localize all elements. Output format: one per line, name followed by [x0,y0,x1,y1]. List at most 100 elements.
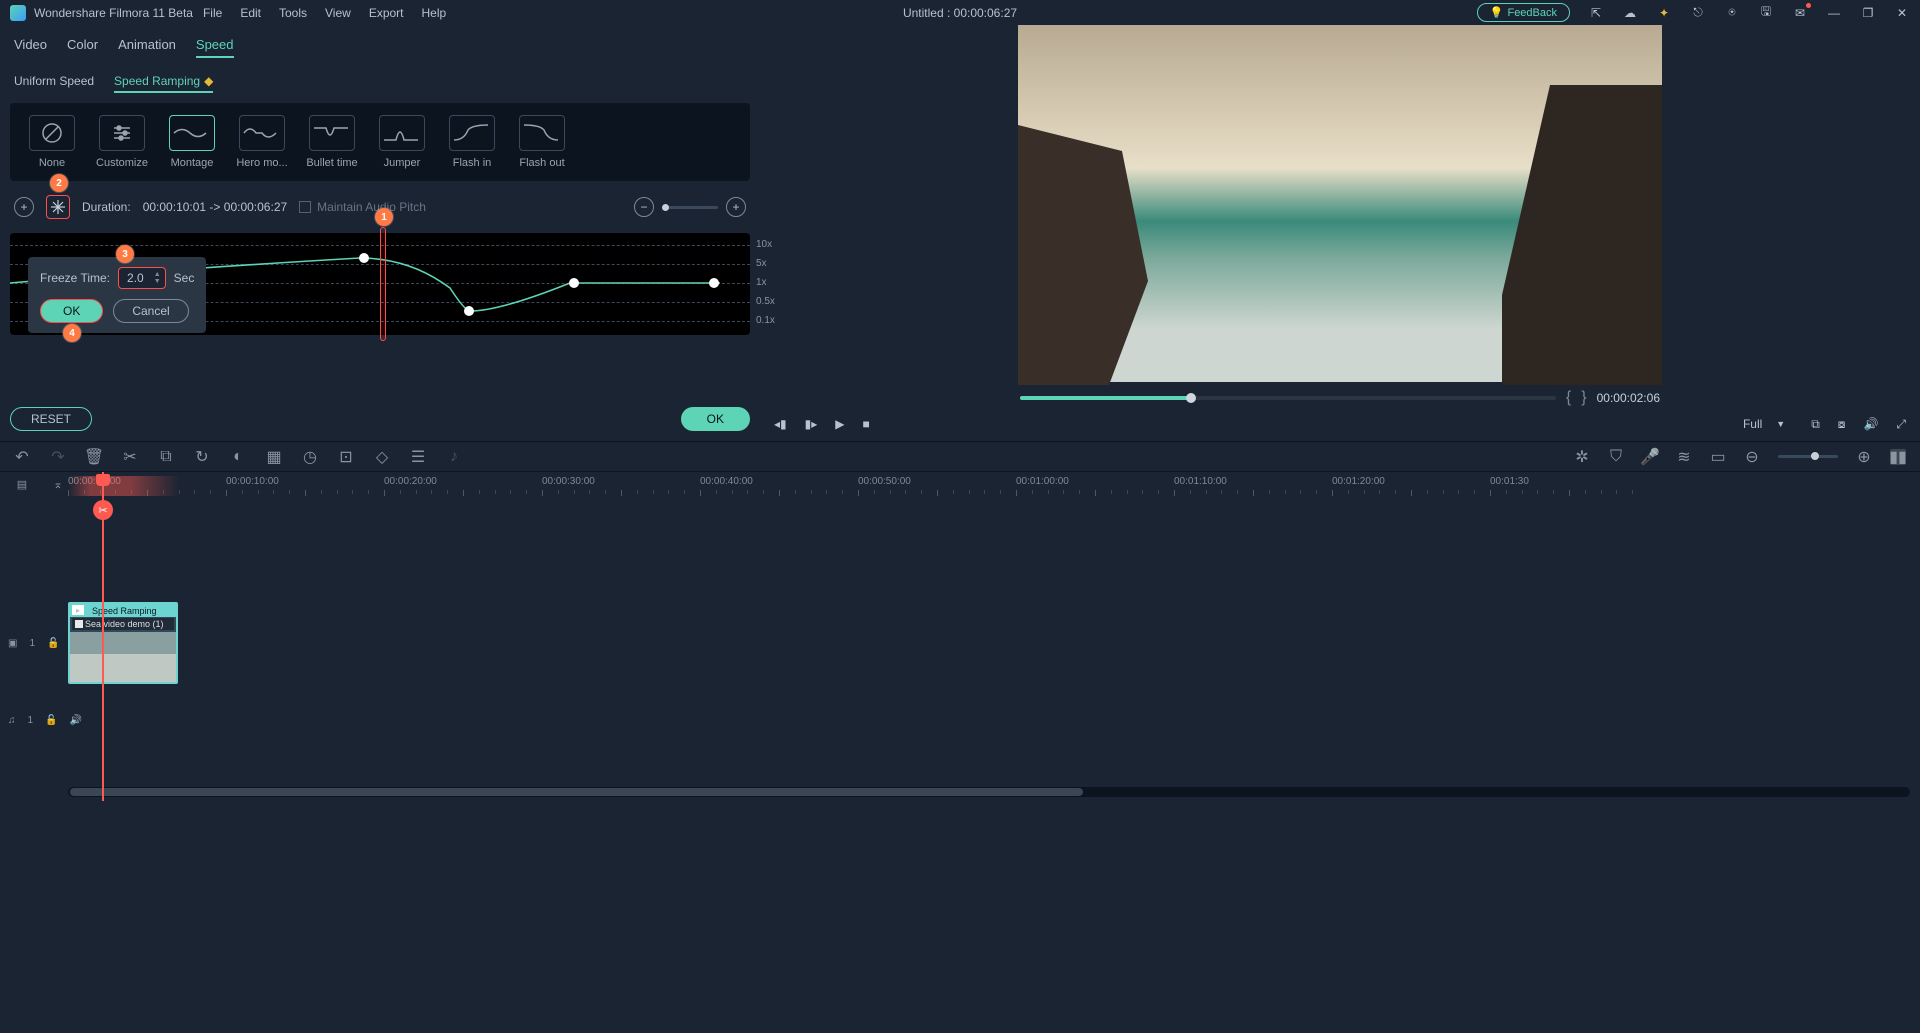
keyframe-3[interactable] [569,278,579,288]
preset-none[interactable]: None [22,115,82,169]
freeze-time-label: Freeze Time: [40,271,110,285]
snapshot-icon[interactable]: ⧇ [1838,417,1846,432]
preview-viewport[interactable] [1018,25,1662,382]
tab-video[interactable]: Video [14,37,47,58]
subtab-uniform[interactable]: Uniform Speed [14,74,94,93]
cloud-icon[interactable]: ☁ [1622,5,1638,21]
stop-button[interactable]: ■ [863,417,870,431]
crop-button[interactable]: ⧉ [158,449,174,465]
keyframe-tool-icon[interactable]: ◇ [374,449,390,465]
keyframe-2[interactable] [464,306,474,316]
freeze-time-input[interactable]: 2.0 ▲▼ [118,267,166,289]
color-tool-icon[interactable]: ◐ [230,449,246,465]
mixer-icon[interactable]: ≋ [1676,449,1692,465]
preset-montage[interactable]: Montage [162,115,222,169]
prev-frame-button[interactable]: ◂▮ [774,417,787,431]
tab-speed[interactable]: Speed [196,37,234,58]
mark-in-icon[interactable]: { [1566,389,1571,407]
timeline-scrollbar[interactable] [68,787,1910,797]
preview-scrubber[interactable] [1020,396,1556,400]
timeline-zoom-slider[interactable] [1778,455,1838,458]
render-icon[interactable]: ✲ [1574,449,1590,465]
undo-button[interactable]: ↶ [14,449,30,465]
fullscreen-icon[interactable]: ⤢ [1896,417,1906,432]
add-keyframe-button[interactable]: + [14,197,34,217]
close-button[interactable]: ✕ [1894,5,1910,21]
ramp-zoom-in-button[interactable]: + [726,197,746,217]
ok-button[interactable]: OK [681,407,750,431]
keyframe-1[interactable] [359,253,369,263]
reset-button[interactable]: RESET [10,407,92,431]
menu-help[interactable]: Help [422,6,447,20]
ruler-label: 00:01:10:00 [1174,476,1227,487]
duration-tool-icon[interactable]: ◷ [302,449,318,465]
green-screen-icon[interactable]: ▦ [266,449,282,465]
track-manager-icon[interactable]: ▤ [14,476,30,492]
preset-jumper[interactable]: Jumper [372,115,432,169]
menu-tools[interactable]: Tools [279,6,307,20]
ramp-zoom-slider[interactable] [662,206,718,209]
preset-flashin[interactable]: Flash in [442,115,502,169]
ruler-label: 00:01:00:00 [1016,476,1069,487]
menu-edit[interactable]: Edit [240,6,261,20]
ramp-playhead[interactable]: 1 [380,227,386,341]
audio-tool-icon[interactable]: ♪ [446,449,462,465]
save-icon[interactable]: 🖫 [1758,5,1774,21]
menu-view[interactable]: View [325,6,351,20]
minimize-button[interactable]: ― [1826,5,1842,21]
volume-icon[interactable]: 🔊 [1863,417,1878,431]
preset-flashout[interactable]: Flash out [512,115,572,169]
headset-icon[interactable]: ⎋ [1690,5,1706,21]
zoom-out-button[interactable]: ⊖ [1744,449,1760,465]
quality-select[interactable]: Full▼ [1735,415,1793,433]
keyframe-4[interactable] [709,278,719,288]
freeze-popover: 3 Freeze Time: 2.0 ▲▼ Sec OK 4 Cancel [28,257,206,333]
preset-hero[interactable]: Hero mo... [232,115,292,169]
lock-icon[interactable]: 🔓 [47,638,59,649]
popover-cancel-button[interactable]: Cancel [113,299,188,323]
feedback-button[interactable]: 💡 FeedBack [1477,3,1570,22]
timeline-playhead[interactable]: ✂ [102,472,104,801]
play-pause-button[interactable]: ▮▸ [805,417,818,431]
tab-color[interactable]: Color [67,37,98,58]
adjust-icon[interactable]: ☰ [410,449,426,465]
stepper-icon[interactable]: ▲▼ [154,271,161,285]
voiceover-icon[interactable]: 🎤 [1642,449,1658,465]
lock-icon[interactable]: 🔓 [45,715,57,726]
menu-export[interactable]: Export [369,6,404,20]
popover-ok-button[interactable]: OK 4 [40,299,103,323]
speed-tool-icon[interactable]: ↻ [194,449,210,465]
mute-icon[interactable]: 🔊 [70,715,82,726]
export-icon[interactable]: ⇱ [1588,5,1604,21]
marker-icon[interactable]: ▭ [1710,449,1726,465]
maximize-button[interactable]: ❐ [1860,5,1876,21]
sparkle-icon[interactable]: ✦ [1656,5,1672,21]
play-button[interactable]: ▶ [835,417,844,431]
marker-shield-icon[interactable]: ⛉ [1608,449,1624,465]
tab-animation[interactable]: Animation [118,37,176,58]
mark-out-icon[interactable]: } [1581,389,1586,407]
redo-button[interactable]: ↷ [50,449,66,465]
detach-icon[interactable]: ⊡ [338,449,354,465]
ruler-label: 00:00:50:00 [858,476,911,487]
video-track-icon: ▣ [8,638,17,649]
timeline-clip[interactable]: ▸ Speed Ramping Sea video demo (1) [68,602,178,684]
ramp-zoom-out-button[interactable]: − [634,197,654,217]
preset-customize[interactable]: Customize [92,115,152,169]
duration-label: Duration: [82,200,131,214]
user-icon[interactable]: ⍟ [1724,5,1740,21]
ruler-label: 00:00:10:00 [226,476,279,487]
maintain-pitch[interactable]: Maintain Audio Pitch [299,200,426,214]
split-button[interactable]: ✂ [122,449,138,465]
timeline-ruler[interactable]: 00:00:00:0000:00:10:0000:00:20:0000:00:3… [68,476,1920,500]
zoom-fit-button[interactable]: ▮▮ [1890,449,1906,465]
preset-bullet[interactable]: Bullet time [302,115,362,169]
freeze-frame-button[interactable]: 2 [46,195,70,219]
display-icon[interactable]: ⧉ [1811,417,1820,432]
mail-icon[interactable]: ✉ [1792,5,1808,21]
subtab-ramp[interactable]: Speed Ramping◆ [114,74,213,93]
menu-file[interactable]: File [203,6,222,20]
magnet-icon[interactable]: ⌅ [50,476,66,492]
delete-button[interactable]: 🗑 [86,449,102,465]
zoom-in-button[interactable]: ⊕ [1856,449,1872,465]
